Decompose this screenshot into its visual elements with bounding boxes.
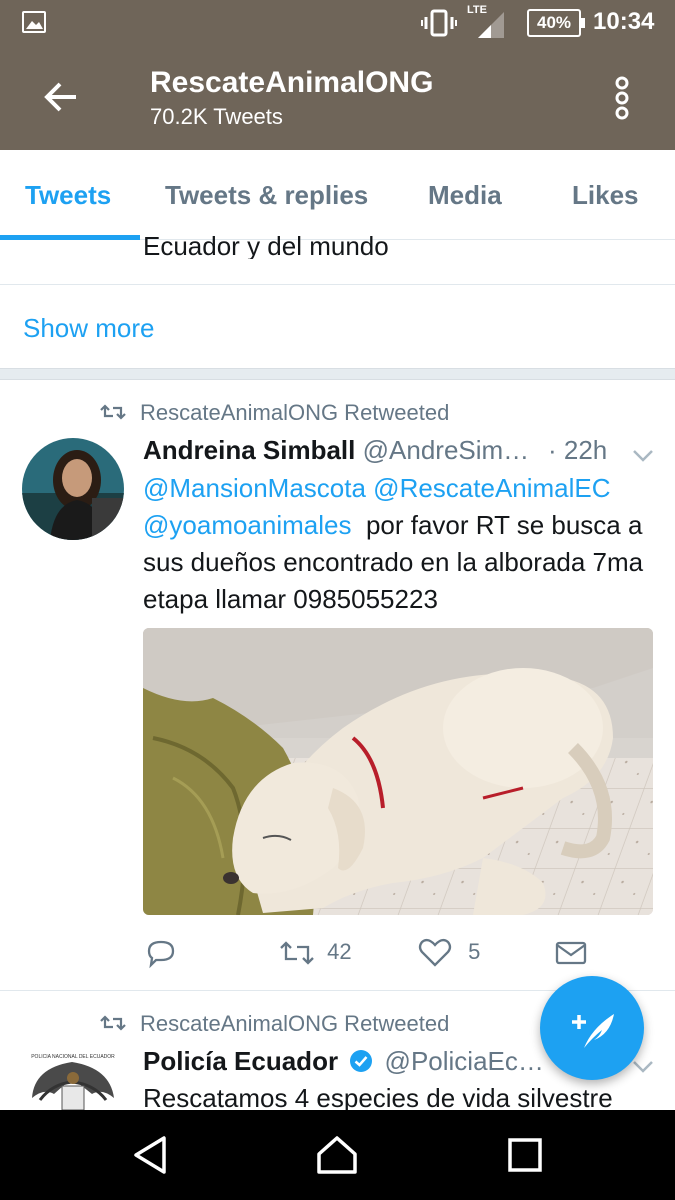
verified-badge-icon (350, 1050, 373, 1072)
author-handle[interactable]: @PoliciaEc… (385, 1046, 544, 1076)
back-nav-icon[interactable] (128, 1132, 174, 1178)
compose-tweet-button[interactable] (540, 976, 644, 1080)
tweet-actions: 42 5 (143, 932, 653, 972)
active-tab-indicator (0, 235, 140, 240)
retweet-icon (280, 941, 314, 965)
tweet-photo[interactable] (143, 628, 653, 915)
battery-indicator: 40% (527, 9, 585, 37)
avatar[interactable] (22, 438, 124, 540)
gallery-notification-icon (22, 11, 46, 33)
retweet-small-icon (100, 1015, 126, 1031)
direct-message-button[interactable] (555, 932, 587, 972)
retweeted-by-label: RescateAnimalONG Retweeted (100, 1011, 449, 1037)
section-gap (0, 368, 675, 380)
retweet-count: 42 (327, 939, 352, 964)
vibrate-icon (421, 9, 457, 37)
chevron-down-icon[interactable] (632, 449, 654, 463)
author-handle[interactable]: @AndreSim… (363, 435, 530, 465)
back-arrow-icon[interactable] (40, 76, 82, 118)
status-bar: LTE 40% 10:34 (0, 0, 675, 48)
home-nav-icon[interactable] (314, 1132, 360, 1178)
retweeted-by-text: RescateAnimalONG Retweeted (140, 400, 450, 425)
divider (0, 284, 675, 285)
reply-button[interactable] (145, 932, 177, 972)
clock: 10:34 (593, 8, 655, 35)
envelope-icon (555, 942, 587, 965)
like-count: 5 (468, 939, 481, 964)
mention-link[interactable]: @RescateAnimalEC (373, 473, 610, 503)
tweet-text: @MansionMascota @RescateAnimalEC @yoamoa… (143, 470, 658, 618)
reply-icon (147, 941, 175, 969)
mention-link[interactable]: @MansionMascota (143, 473, 366, 503)
tab-likes[interactable]: Likes (572, 180, 639, 211)
mention-link[interactable]: @yoamoanimales (143, 510, 351, 540)
profile-tabs: Tweets Tweets & replies Media Likes (0, 150, 675, 240)
tab-tweets-and-replies[interactable]: Tweets & replies (165, 180, 368, 211)
tweet-header: Policía Ecuador @PoliciaEc… (143, 1046, 544, 1077)
profile-title: RescateAnimalONG (150, 66, 434, 99)
author-name[interactable]: Policía Ecuador (143, 1046, 338, 1076)
overflow-menu-icon[interactable] (605, 76, 639, 120)
system-navigation-bar (0, 1110, 675, 1200)
svg-text:POLICIA NACIONAL DEL ECUADOR: POLICIA NACIONAL DEL ECUADOR (31, 1054, 115, 1060)
signal-icon (478, 12, 504, 38)
avatar[interactable]: POLICIA NACIONAL DEL ECUADOR (22, 1048, 124, 1110)
tab-media[interactable]: Media (428, 180, 502, 211)
tab-tweets[interactable]: Tweets (25, 180, 111, 211)
tweet-header: Andreina Simball @AndreSim… (143, 435, 529, 466)
author-name[interactable]: Andreina Simball (143, 435, 355, 465)
tweet-timestamp[interactable]: · 22h (548, 435, 607, 466)
compose-tweet-icon (572, 1014, 614, 1048)
retweeted-by-text: RescateAnimalONG Retweeted (140, 1011, 450, 1036)
bio-text: Ecuador y del mundo (143, 231, 389, 259)
heart-icon (418, 939, 452, 967)
retweeted-by-label: RescateAnimalONG Retweeted (100, 400, 449, 426)
retweet-button[interactable]: 42 (279, 932, 352, 972)
like-button[interactable]: 5 (418, 932, 480, 972)
recents-nav-icon[interactable] (502, 1132, 548, 1178)
retweet-small-icon (100, 404, 126, 420)
tweet-text: Rescatamos 4 especies de vida silvestre (143, 1083, 613, 1110)
show-more-link[interactable]: Show more (23, 313, 155, 344)
tweet-count: 70.2K Tweets (150, 104, 283, 129)
app-bar: RescateAnimalONG 70.2K Tweets (0, 48, 675, 150)
